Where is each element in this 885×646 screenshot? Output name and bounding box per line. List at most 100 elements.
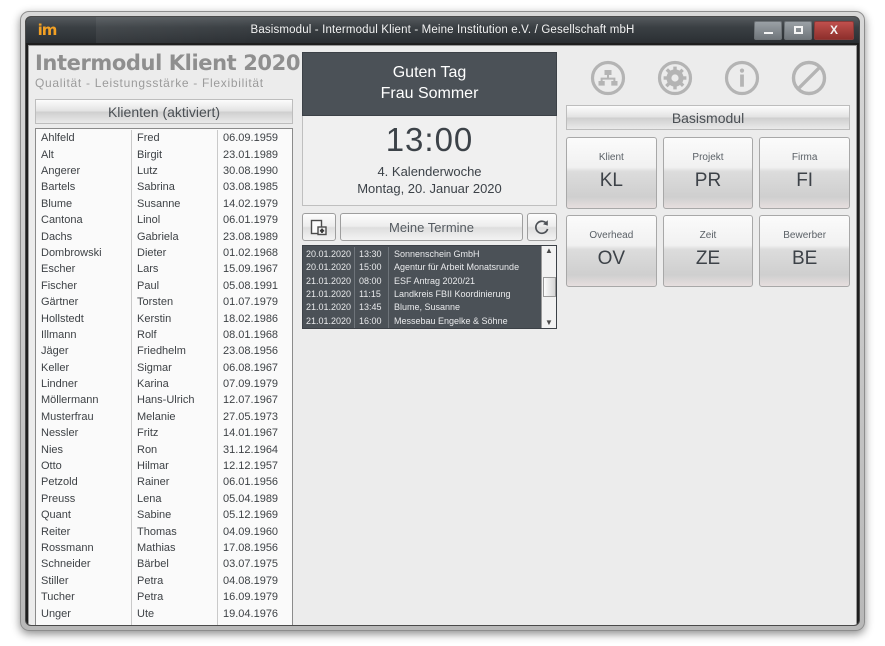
module-code: BE: [791, 248, 818, 269]
client-row[interactable]: Quant Sabine 05.12.1969: [36, 507, 292, 524]
refresh-appointments-button[interactable]: [527, 213, 557, 242]
client-row[interactable]: Bartels Sabrina 03.08.1985: [36, 179, 292, 196]
client-row[interactable]: Schneider Bärbel 03.07.1975: [36, 556, 292, 573]
client-row[interactable]: Jäger Friedhelm 23.08.1956: [36, 343, 292, 360]
client-birthdate: 06.01.1979: [223, 214, 279, 227]
client-firstname: Sabine: [132, 507, 218, 524]
client-lastname: Cantona: [36, 212, 132, 229]
client-birthdate: 17.08.1956: [223, 542, 279, 554]
basismodul-button-pr[interactable]: Projekt PR: [662, 137, 754, 209]
close-button[interactable]: X: [814, 20, 854, 40]
client-row[interactable]: Escher Lars 15.09.1967: [36, 261, 292, 278]
client-lastname: Escher: [36, 261, 132, 278]
greeting-line-1: Guten Tag: [392, 64, 467, 81]
client-firstname: Sabrina: [132, 179, 218, 196]
client-birthdate: 01.07.1979: [223, 296, 279, 309]
client-row[interactable]: Musterfrau Melanie 27.05.1973: [36, 408, 292, 426]
client-lastname: Angerer: [36, 162, 132, 180]
appointments-list[interactable]: 20.01.2020 13:30 Sonnenschein GmbH 20.01.20…: [302, 245, 557, 330]
basismodul-header: Basismodul: [566, 105, 850, 130]
client-row[interactable]: Hollstedt Kerstin 18.02.1986: [36, 310, 292, 327]
client-row[interactable]: Ahlfeld Fred 06.09.1959: [36, 130, 292, 147]
basismodul-button-fi[interactable]: Firma FI: [759, 137, 850, 209]
client-birthdate: 31.08.1982: [218, 624, 278, 625]
client-row[interactable]: Cantona Linol 06.01.1979: [36, 212, 292, 229]
appointment-time: 13:30: [355, 247, 389, 261]
left-column: Intermodul Klient 2020 Qualität - Leistu…: [35, 52, 300, 625]
client-row[interactable]: Keller Sigmar 06.08.1967: [36, 359, 292, 376]
client-firstname: Hans-Ulrich: [132, 392, 218, 409]
client-birthdate: 06.08.1967: [223, 361, 279, 374]
client-row[interactable]: Dombrowski Dieter 01.02.1968: [36, 244, 292, 262]
client-lastname: Reiter: [36, 523, 132, 540]
client-row[interactable]: Tucher Petra 16.09.1979: [36, 588, 292, 606]
client-birthdate: 18.02.1986: [223, 312, 279, 325]
client-lastname: Nessler: [36, 425, 132, 442]
client-firstname: Birgit: [132, 146, 218, 163]
appointments-scrollbar[interactable]: ▲ ▼: [541, 246, 556, 329]
client-row[interactable]: Angerer Lutz 30.08.1990: [36, 162, 292, 180]
client-row[interactable]: Möllermann Hans-Ulrich 12.07.1967: [36, 392, 292, 409]
client-row[interactable]: Nessler Fritz 14.01.1967: [36, 425, 292, 442]
basismodul-button-kl[interactable]: Klient KL: [566, 137, 657, 209]
client-row[interactable]: Gärtner Torsten 01.07.1979: [36, 293, 292, 311]
client-row[interactable]: Fischer Paul 05.08.1991: [36, 277, 292, 294]
client-birthdate: 08.01.1968: [223, 328, 279, 341]
minimize-button[interactable]: [754, 20, 782, 40]
client-row[interactable]: Petzold Rainer 06.01.1956: [36, 474, 292, 491]
client-row[interactable]: Unger Ute 19.04.1976: [36, 605, 292, 622]
appointment-row[interactable]: 21.01.2020 16:00 Messebau Engelke & Söhne: [303, 314, 541, 328]
client-lastname: Quant: [36, 507, 132, 524]
basismodul-button-ov[interactable]: Overhead OV: [566, 215, 657, 287]
client-row[interactable]: VogtDoris31.08.1982: [36, 621, 292, 625]
scroll-down-icon[interactable]: ▼: [545, 319, 553, 327]
client-lastname: Ahlfeld: [36, 130, 132, 147]
client-row[interactable]: Stiller Petra 04.08.1979: [36, 572, 292, 589]
clients-panel-header: Klienten (aktiviert): [35, 99, 293, 125]
appointment-row[interactable]: 20.01.2020 15:00 Agentur für Arbeit Monats…: [303, 260, 541, 274]
client-row[interactable]: Nies Ron 31.12.1964: [36, 441, 292, 458]
client-firstname: Hilmar: [132, 457, 218, 475]
clients-list[interactable]: Ahlfeld Fred 06.09.1959 Alt Birgit 23.01.1989…: [35, 128, 293, 625]
client-row[interactable]: Lindner Karina 07.09.1979: [36, 375, 292, 393]
appointment-row[interactable]: 21.01.2020 13:45 Blume, Susanne: [303, 300, 541, 315]
gear-icon[interactable]: [657, 60, 693, 96]
client-firstname: Susanne: [132, 195, 218, 212]
client-birthdate: 14.02.1979: [223, 197, 279, 210]
client-lastname: Rossmann: [36, 539, 132, 557]
info-icon[interactable]: [724, 60, 760, 96]
client-birthdate: 14.01.1967: [223, 427, 279, 440]
appointment-row[interactable]: 21.01.2020 08:00 ESF Antrag 2020/21: [303, 273, 541, 288]
client-firstname: Torsten: [132, 293, 218, 311]
client-row[interactable]: Dachs Gabriela 23.08.1989: [36, 228, 292, 245]
appointment-row[interactable]: 20.01.2020 13:30 Sonnenschein GmbH: [303, 247, 541, 261]
client-birthdate: 12.07.1967: [223, 394, 279, 407]
client-firstname: Sigmar: [132, 359, 218, 376]
window-controls: X: [752, 20, 854, 40]
basismodul-button-ze[interactable]: Zeit ZE: [662, 215, 754, 287]
client-row[interactable]: Blume Susanne 14.02.1979: [36, 195, 292, 212]
client-row[interactable]: Illmann Rolf 08.01.1968: [36, 326, 292, 344]
module-code: FI: [796, 170, 814, 191]
scrollbar-thumb[interactable]: [542, 277, 556, 298]
my-appointments-button[interactable]: Meine Termine: [340, 213, 523, 242]
maximize-button[interactable]: [784, 20, 812, 40]
scroll-up-icon[interactable]: ▲: [545, 247, 553, 255]
client-row[interactable]: Reiter Thomas 04.09.1960: [36, 523, 292, 540]
client-birthdate: 07.09.1979: [223, 378, 279, 391]
title-bar[interactable]: im Basismodul - Intermodul Klient - Mein…: [26, 17, 859, 43]
block-icon[interactable]: [791, 60, 827, 96]
client-row[interactable]: Rossmann Mathias 17.08.1956: [36, 539, 292, 557]
network-icon[interactable]: [590, 60, 626, 96]
brand-subtitle: Qualität - Leistungsstärke - Flexibilitä…: [35, 76, 264, 91]
client-row[interactable]: Alt Birgit 23.01.1989: [36, 146, 292, 163]
tool-icons-row: [566, 52, 850, 104]
client-firstname: Kerstin: [132, 310, 218, 327]
basismodul-button-be[interactable]: Bewerber BE: [759, 215, 850, 287]
client-birthdate: 16.09.1979: [223, 591, 279, 604]
client-row[interactable]: Otto Hilmar 12.12.1957: [36, 457, 292, 475]
new-appointment-button[interactable]: [302, 213, 336, 242]
appointment-row[interactable]: 21.01.2020 11:15 Landkreis FBII Koordinier…: [303, 287, 541, 301]
client-row[interactable]: Preuss Lena 05.04.1989: [36, 490, 292, 508]
new-document-icon: [310, 219, 327, 235]
